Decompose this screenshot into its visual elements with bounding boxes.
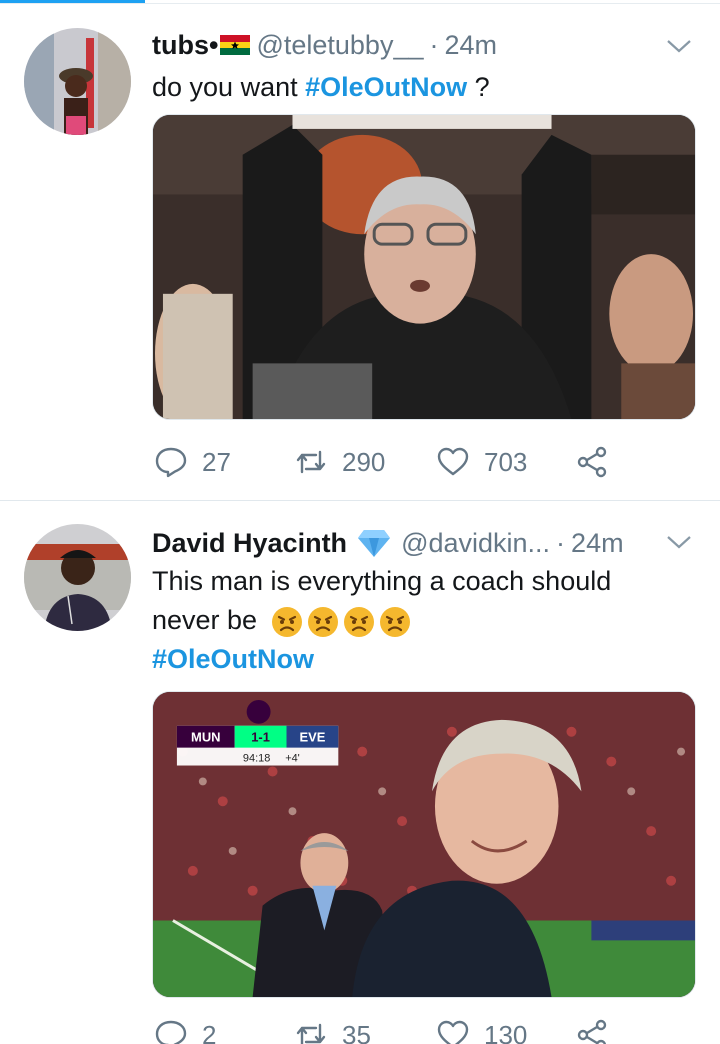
league-logo-icon	[246, 699, 271, 724]
separator-dot: ·	[556, 527, 566, 558]
share-button[interactable]	[576, 1015, 624, 1044]
like-button[interactable]: 130	[436, 1015, 527, 1044]
tweet-photo[interactable]	[152, 114, 696, 420]
retweet-icon	[296, 450, 326, 474]
tweet-text-before: do you want	[152, 72, 306, 102]
reply-count: 27	[202, 446, 231, 477]
user-handle[interactable]: @davidkin...	[401, 528, 550, 559]
tweet-photo[interactable]: MUN 1-1 EVE 94:18 +4'	[152, 691, 696, 998]
tweet-text: do you want #OleOutNow ?	[152, 68, 490, 107]
tweet-card[interactable]: David Hyacinth @davidkin... · 24m This m…	[0, 502, 720, 1044]
like-button[interactable]: 703	[436, 442, 527, 482]
reply-count: 2	[202, 1019, 217, 1044]
retweet-button[interactable]: 290	[294, 442, 385, 482]
tweet-text-line: This man is everything a coach should	[152, 566, 612, 596]
scoreboard-clock: 94:18	[243, 753, 270, 765]
tweet-text: This man is everything a coach should ne…	[152, 562, 692, 679]
scoreboard-score: 1-1	[251, 730, 270, 745]
tweet-actions: 2 35 130	[152, 1015, 672, 1044]
ghana-flag-icon	[220, 35, 251, 55]
reply-button[interactable]: 2	[154, 1015, 216, 1044]
blue-diamond-icon	[358, 530, 391, 557]
hashtag-link[interactable]: #OleOutNow	[152, 640, 692, 679]
tweet-text-line: never be	[152, 601, 692, 640]
separator-dot: ·	[429, 29, 439, 60]
heart-icon	[437, 447, 469, 476]
tweet-card[interactable]: tubs• @teletubby__ · 24m do you want #Ol…	[0, 4, 720, 501]
chevron-down-icon[interactable]	[666, 38, 692, 54]
retweet-button[interactable]: 35	[294, 1015, 371, 1044]
heart-icon	[437, 1020, 469, 1044]
avatar[interactable]	[24, 524, 131, 631]
retweet-icon	[296, 1023, 326, 1044]
user-handle[interactable]: @teletubby__	[256, 30, 423, 61]
angry-face-icon	[271, 606, 303, 638]
display-name[interactable]: David Hyacinth	[152, 528, 347, 559]
tweet-actions: 27 290 703	[152, 442, 672, 482]
timestamp[interactable]: 24m	[571, 528, 624, 559]
retweet-count: 290	[342, 446, 386, 477]
tweet-header: David Hyacinth @davidkin... · 24m	[152, 526, 624, 560]
scoreboard-added-time: +4'	[285, 753, 300, 765]
scoreboard-home: MUN	[191, 730, 220, 745]
reply-icon	[155, 447, 187, 478]
like-count: 703	[484, 446, 528, 477]
emoji-group	[271, 606, 411, 638]
angry-face-icon	[307, 606, 339, 638]
scoreboard-away: EVE	[299, 730, 325, 745]
angry-face-icon	[379, 606, 411, 638]
display-name[interactable]: tubs•	[152, 30, 218, 61]
tweet-text-after: ?	[467, 72, 490, 102]
avatar[interactable]	[24, 28, 131, 135]
share-button[interactable]	[576, 442, 624, 482]
retweet-count: 35	[342, 1019, 371, 1044]
reply-button[interactable]: 27	[154, 442, 231, 482]
tweet-header: tubs• @teletubby__ · 24m	[152, 28, 497, 62]
like-count: 130	[484, 1019, 528, 1044]
tweet-text-continuation: never be	[152, 605, 258, 635]
reply-icon	[155, 1020, 187, 1044]
share-icon	[577, 1019, 607, 1044]
hashtag-link[interactable]: #OleOutNow	[305, 72, 467, 102]
chevron-down-icon[interactable]	[666, 534, 692, 550]
timestamp[interactable]: 24m	[444, 30, 497, 61]
angry-face-icon	[343, 606, 375, 638]
share-icon	[577, 446, 607, 478]
